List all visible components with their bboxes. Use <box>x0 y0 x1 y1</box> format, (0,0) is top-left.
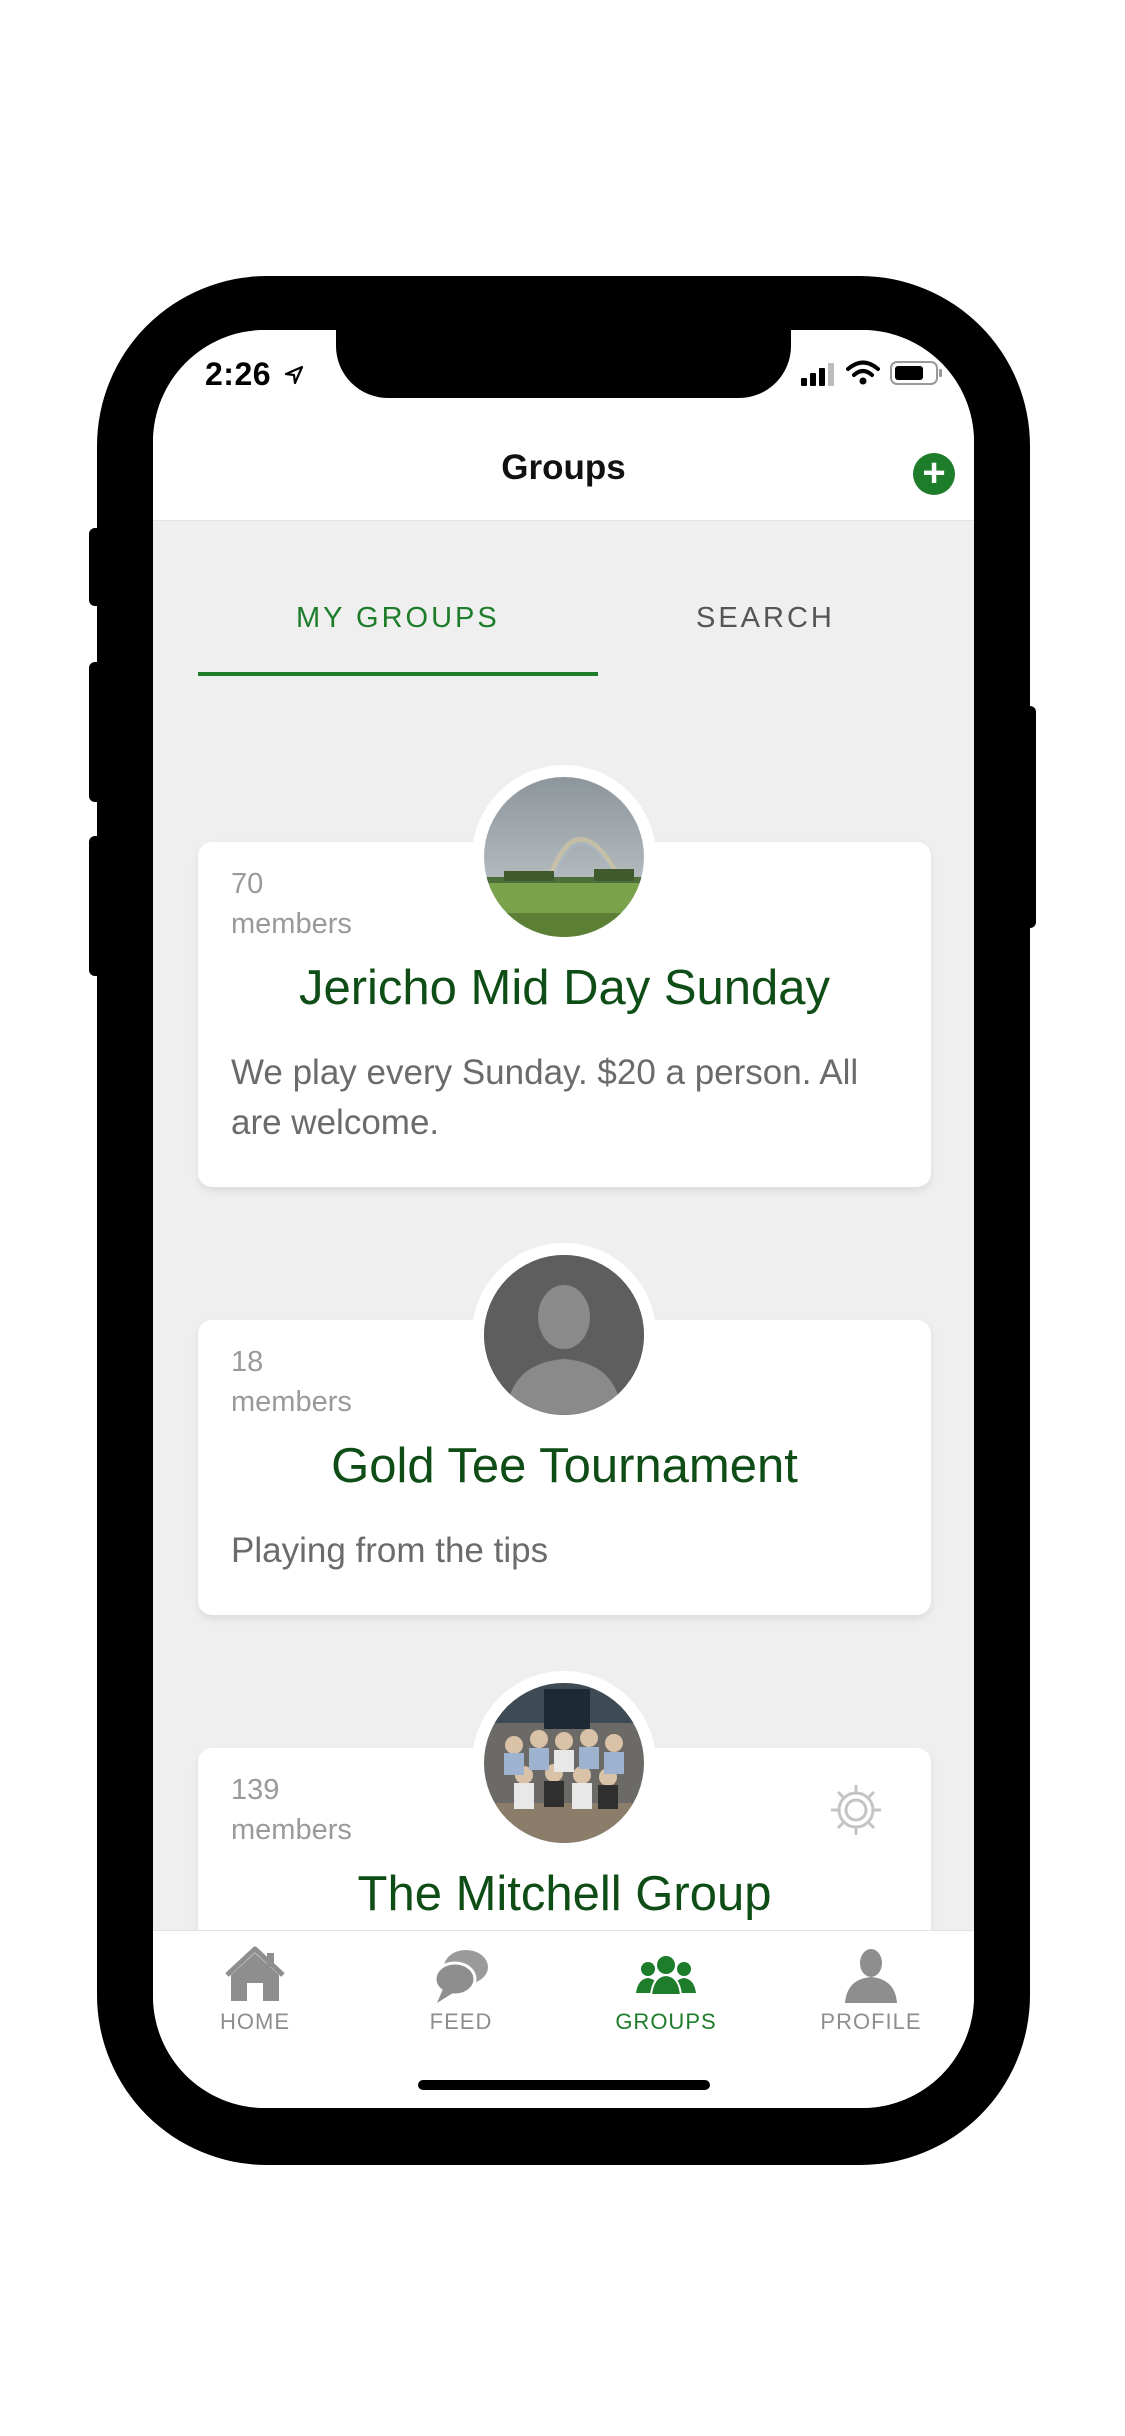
group-name: Jericho Mid Day Sunday <box>298 961 831 1015</box>
tab-groups[interactable]: GROUPS <box>566 1941 766 2035</box>
app-screen: Groups + 2:26 MY GROUPS SEARCH 70 member… <box>153 330 974 2108</box>
rainbow-field-photo <box>484 777 644 937</box>
gear-icon[interactable] <box>828 1782 884 1838</box>
group-name: Gold Tee Tournament <box>331 1439 798 1493</box>
member-count-number: 18 <box>231 1346 264 1378</box>
member-count-label: members <box>231 908 352 940</box>
tab-feed-label: FEED <box>429 2009 493 2034</box>
status-time: 2:26 <box>205 356 304 393</box>
status-time-text: 2:26 <box>205 356 272 392</box>
tab-home[interactable]: HOME <box>155 1941 355 2035</box>
volume-down-button <box>89 836 103 976</box>
tab-feed[interactable]: FEED <box>361 1941 561 2035</box>
group-people-photo <box>484 1683 644 1843</box>
tab-home-label: HOME <box>220 2009 290 2034</box>
location-arrow-icon <box>285 365 304 385</box>
member-count-number: 139 <box>231 1774 280 1806</box>
profile-icon <box>845 1949 897 2003</box>
power-button <box>1022 706 1036 928</box>
status-icons <box>801 360 944 390</box>
member-count-label: members <box>231 1386 352 1418</box>
tab-my-groups[interactable]: MY GROUPS <box>296 602 500 635</box>
member-count: 70 members <box>231 864 352 944</box>
default-person-icon <box>484 1255 644 1415</box>
battery-icon <box>890 361 942 385</box>
group-description: We play every Sunday. $20 a person. All … <box>231 1053 859 1142</box>
tab-groups-label: GROUPS <box>615 2009 717 2034</box>
member-count-number: 70 <box>231 868 264 900</box>
member-count-label: members <box>231 1814 352 1846</box>
tab-profile[interactable]: PROFILE <box>771 1941 971 2035</box>
segment-tabs: MY GROUPS SEARCH <box>153 520 974 680</box>
tab-profile-label: PROFILE <box>820 2009 922 2034</box>
group-avatar <box>472 1671 656 1855</box>
volume-up-button <box>89 662 103 802</box>
active-tab-indicator <box>198 672 598 676</box>
groups-icon <box>636 1956 696 1996</box>
add-group-button[interactable]: + <box>913 453 955 495</box>
home-icon <box>225 1946 285 2001</box>
wifi-icon <box>845 360 880 385</box>
member-count: 18 members <box>231 1342 352 1422</box>
tab-search[interactable]: SEARCH <box>696 602 835 635</box>
group-name: The Mitchell Group <box>357 1867 772 1921</box>
page-title: Groups <box>501 448 626 487</box>
group-avatar <box>472 1243 656 1427</box>
member-count: 139 members <box>231 1770 352 1850</box>
cellular-signal-icon <box>801 363 835 386</box>
group-description: Playing from the tips <box>231 1531 549 1570</box>
group-avatar <box>472 765 656 949</box>
chat-bubbles-icon <box>433 1950 488 2003</box>
device-notch <box>336 330 791 398</box>
home-indicator[interactable] <box>418 2080 710 2090</box>
mute-switch <box>89 528 103 606</box>
